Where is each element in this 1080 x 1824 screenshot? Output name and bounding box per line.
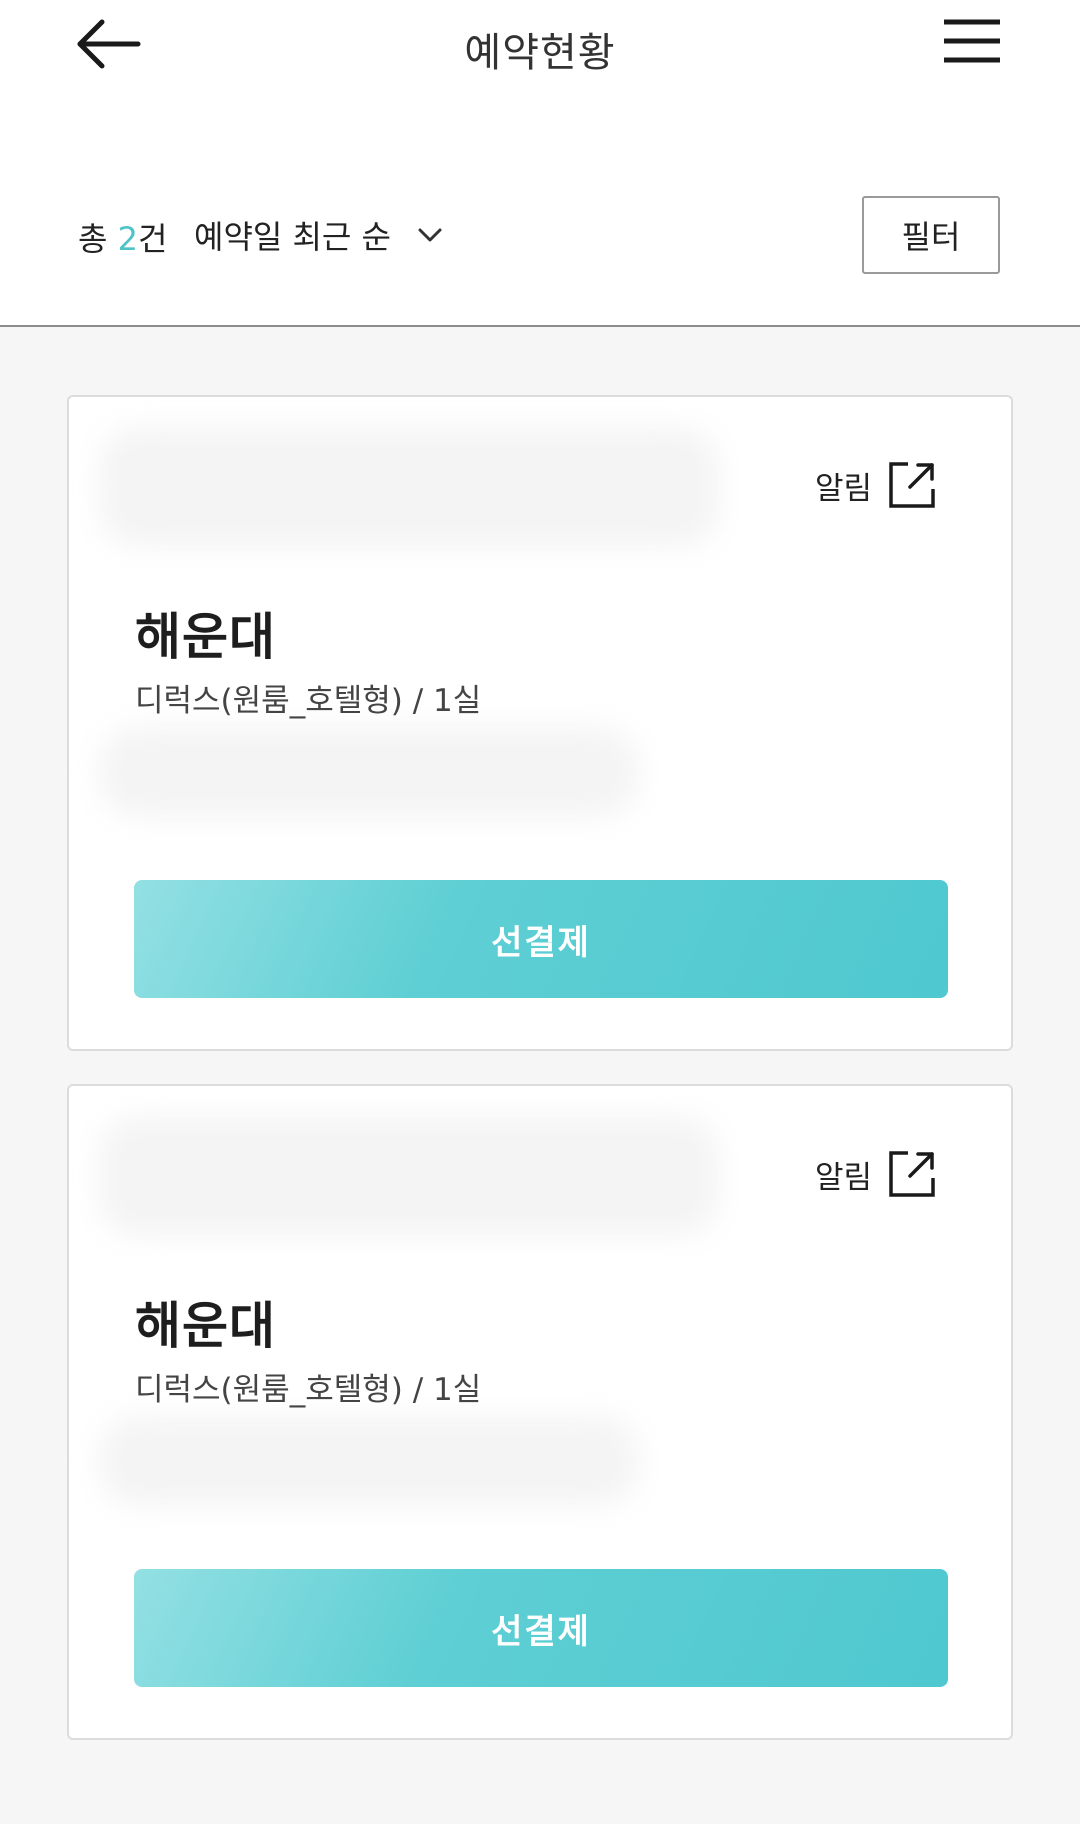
alert-link[interactable]: 알림	[815, 461, 936, 509]
external-link-icon	[889, 1151, 935, 1197]
filter-button[interactable]: 필터	[862, 196, 1000, 274]
redacted-area	[99, 427, 719, 547]
room-info: 디럭스(원룸_호텔형) / 1실	[135, 1372, 482, 1408]
total-count: 2	[117, 220, 138, 258]
hamburger-menu-icon	[944, 19, 1000, 63]
external-link-icon	[889, 462, 935, 508]
prepay-button[interactable]: 선결제	[134, 880, 948, 998]
page-title: 예약현황	[464, 30, 616, 76]
prepay-button[interactable]: 선결제	[134, 1569, 948, 1687]
reservation-card: 알림 해운대 디럭스(원룸_호텔형) / 1실 선결제	[67, 395, 1013, 1051]
reservation-status-screen: 예약현황 총 2건 예약일 최근 순 필터 알림 해운대 디럭스(원룸_호텔형)…	[0, 0, 1080, 1824]
place-name: 해운대	[135, 1297, 276, 1355]
room-info: 디럭스(원룸_호텔형) / 1실	[135, 683, 482, 719]
redacted-area	[99, 727, 639, 817]
redacted-area	[99, 1416, 639, 1506]
menu-button[interactable]	[940, 16, 1004, 66]
alert-label: 알림	[815, 1159, 873, 1196]
chevron-down-icon	[418, 228, 442, 242]
alert-link[interactable]: 알림	[815, 1150, 936, 1198]
total-prefix: 총	[78, 220, 118, 258]
place-name: 해운대	[135, 608, 276, 666]
sort-dropdown[interactable]: 예약일 최근 순	[194, 210, 443, 260]
redacted-area	[99, 1116, 719, 1236]
alert-label: 알림	[815, 470, 873, 507]
total-suffix: 건	[137, 220, 168, 258]
header-area: 예약현황 총 2건 예약일 최근 순 필터	[0, 0, 1080, 327]
total-count-label: 총 2건	[78, 214, 167, 260]
reservation-card: 알림 해운대 디럭스(원룸_호텔형) / 1실 선결제	[67, 1084, 1013, 1740]
sort-label: 예약일 최근 순	[194, 218, 391, 256]
